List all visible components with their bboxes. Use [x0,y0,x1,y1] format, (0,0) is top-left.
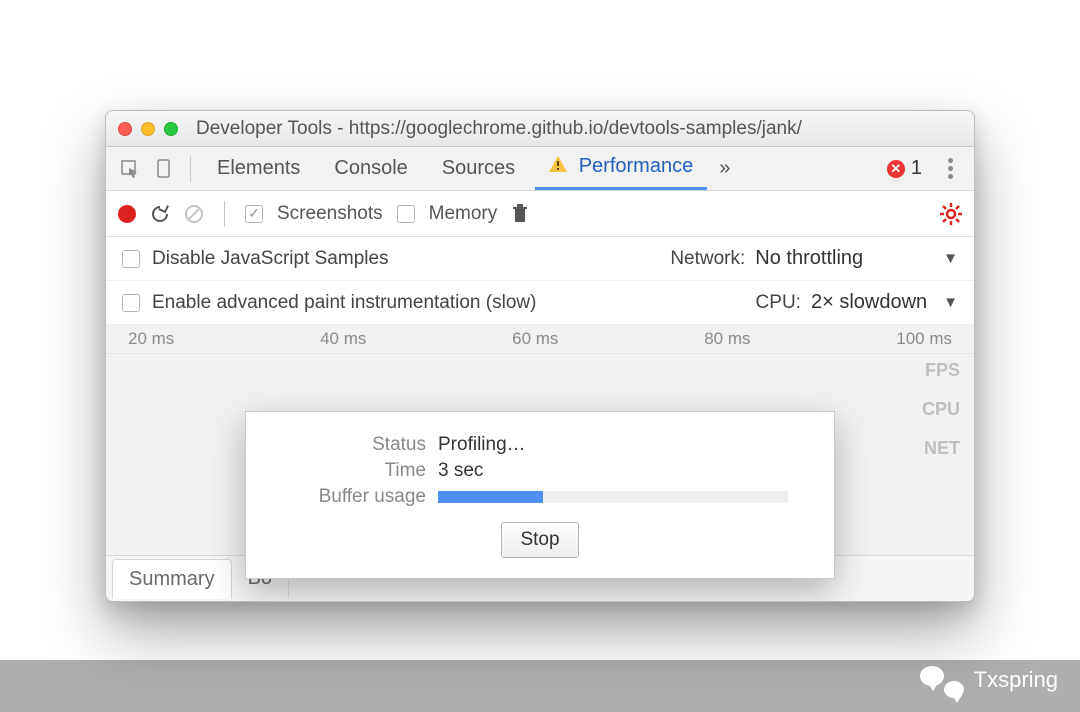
wechat-icon [920,662,964,698]
close-window-button[interactable] [118,122,132,136]
window-traffic-lights [118,122,178,136]
cpu-label: CPU: [756,292,801,314]
screenshots-label: Screenshots [277,203,383,225]
reload-icon[interactable] [150,204,170,224]
record-button[interactable] [118,205,136,223]
tab-sources[interactable]: Sources [428,149,529,188]
capture-options: Disable JavaScript Samples Network: No t… [106,237,974,325]
enable-paint-instr-checkbox[interactable] [122,294,140,312]
disable-js-samples-checkbox[interactable] [122,250,140,268]
tick: 20 ms [128,329,174,349]
window-title: Developer Tools - https://googlechrome.g… [196,118,802,140]
option-row-paint-instr: Enable advanced paint instrumentation (s… [106,281,974,325]
status-label: Status [268,434,438,456]
stop-button[interactable]: Stop [501,522,578,558]
time-value: 3 sec [438,460,483,482]
network-throttling-select[interactable]: No throttling [755,247,863,270]
settings-gear-icon[interactable] [940,203,962,225]
separator [190,156,191,182]
tab-elements[interactable]: Elements [203,149,314,188]
tick: 80 ms [704,329,750,349]
watermark-text: Txspring [974,667,1058,693]
maximize-window-button[interactable] [164,122,178,136]
error-count: 1 [911,157,922,180]
tabs-overflow[interactable]: » [713,149,736,188]
panel-tabs: Elements Console Sources Performance » ✕… [106,147,974,191]
dropdown-caret-icon: ▼ [943,250,958,267]
clear-icon[interactable] [184,204,204,224]
tab-performance-label: Performance [579,155,694,177]
buffer-label: Buffer usage [268,486,438,508]
enable-paint-instr-label: Enable advanced paint instrumentation (s… [152,292,536,314]
dropdown-caret-icon: ▼ [943,294,958,311]
profiling-modal: Status Profiling… Time 3 sec Buffer usag… [245,411,835,579]
status-value: Profiling… [438,434,526,456]
time-label: Time [268,460,438,482]
tab-performance[interactable]: Performance [535,147,707,190]
track-cpu: CPU [922,399,960,420]
track-net: NET [924,438,960,459]
watermark: Txspring [920,662,1058,698]
track-fps: FPS [925,360,960,381]
page-footer-bar [0,660,1080,712]
warning-icon [549,156,567,172]
cpu-throttling-select[interactable]: 2× slowdown [811,291,927,314]
tick: 100 ms [896,329,952,349]
option-row-js-samples: Disable JavaScript Samples Network: No t… [106,237,974,281]
window-titlebar: Developer Tools - https://googlechrome.g… [106,111,974,147]
error-badge[interactable]: ✕ 1 [887,157,922,180]
tick: 40 ms [320,329,366,349]
buffer-progress [438,491,788,503]
tab-summary[interactable]: Summary [112,559,232,599]
device-toolbar-icon[interactable] [150,155,178,183]
devtools-window: Developer Tools - https://googlechrome.g… [105,110,975,602]
performance-toolbar: Screenshots Memory [106,191,974,237]
separator [224,201,225,227]
minimize-window-button[interactable] [141,122,155,136]
error-icon: ✕ [887,160,905,178]
kebab-menu-icon[interactable] [936,155,964,183]
screenshots-checkbox[interactable] [245,205,263,223]
tab-console[interactable]: Console [320,149,421,188]
disable-js-samples-label: Disable JavaScript Samples [152,248,389,270]
garbage-collect-icon[interactable] [511,204,529,224]
memory-label: Memory [429,203,498,225]
network-label: Network: [670,248,745,270]
buffer-progress-fill [438,491,543,503]
tick: 60 ms [512,329,558,349]
memory-checkbox[interactable] [397,205,415,223]
inspect-element-icon[interactable] [116,155,144,183]
timeline-ticks: 20 ms 40 ms 60 ms 80 ms 100 ms [106,325,974,354]
